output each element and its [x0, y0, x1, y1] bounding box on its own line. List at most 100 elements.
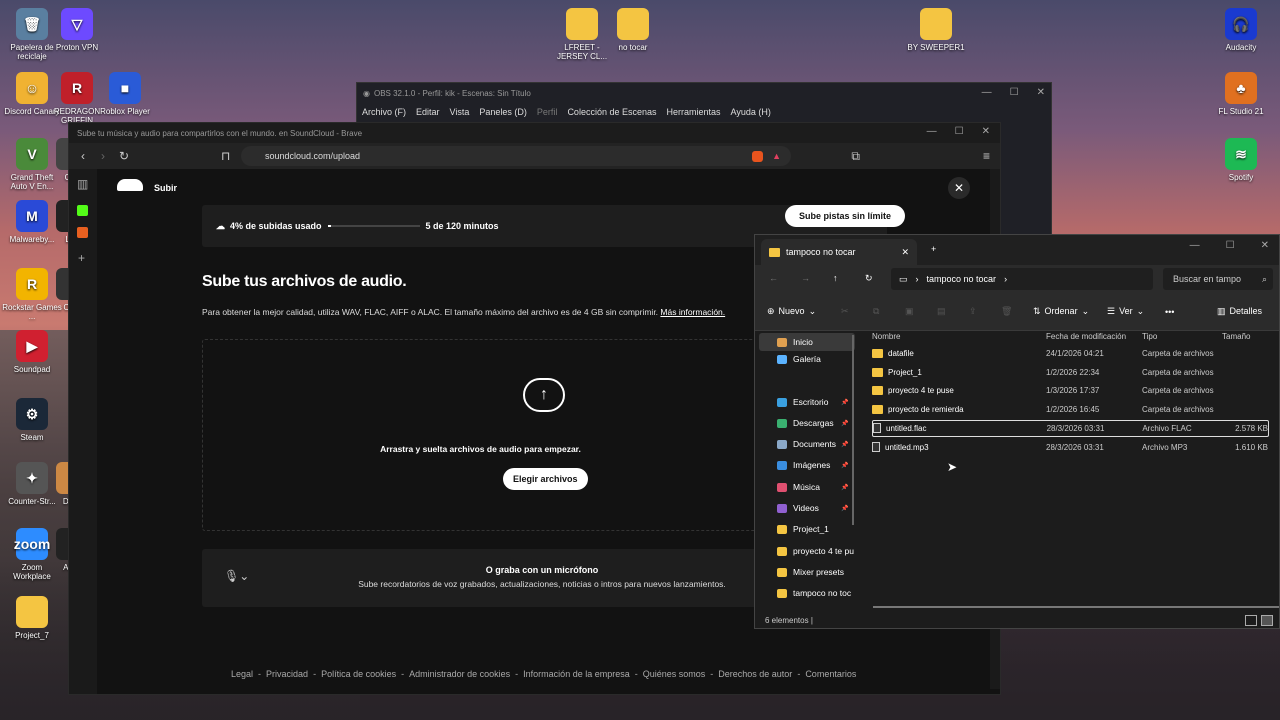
close-tab-icon[interactable]: ✕ — [901, 247, 909, 258]
app-icon[interactable] — [77, 227, 88, 238]
nav-item[interactable]: Escritorio 📌 — [777, 397, 848, 407]
nav-item[interactable]: Imágenes 📌 — [777, 460, 848, 470]
close-icon[interactable]: ✕ — [1037, 87, 1045, 98]
nav-item[interactable]: Galería — [777, 354, 821, 364]
footer-link[interactable]: Privacidad — [266, 669, 308, 679]
reload-icon[interactable]: ↻ — [119, 149, 129, 163]
more-icon[interactable]: ••• — [1165, 307, 1174, 317]
desktop-icon[interactable]: Project_7 — [2, 596, 62, 640]
add-icon[interactable]: + — [78, 251, 85, 265]
desktop-icon[interactable]: ■ Roblox Player — [95, 72, 155, 116]
delete-icon[interactable]: 🗑 — [1001, 306, 1012, 317]
obs-menu-item[interactable]: Perfil — [537, 107, 558, 117]
share-icon[interactable]: ⇪ — [969, 306, 977, 317]
desktop-icon[interactable]: ≋ Spotify — [1211, 138, 1271, 182]
dropzone[interactable]: ↑ Arrastra y suelta archivos de audio pa… — [202, 339, 757, 531]
obs-menu-item[interactable]: Editar — [416, 107, 440, 117]
obs-menu-item[interactable]: Archivo (F) — [362, 107, 406, 117]
obs-menu-item[interactable]: Colección de Escenas — [567, 107, 656, 117]
rewards-icon[interactable]: ▲ — [772, 151, 781, 161]
desktop-icon[interactable]: ⚙ Steam — [2, 398, 62, 442]
desktop-icon[interactable]: ♣ FL Studio 21 — [1211, 72, 1271, 116]
kick-icon[interactable] — [77, 205, 88, 216]
footer-link[interactable]: Quiénes somos — [643, 669, 706, 679]
sort-button[interactable]: ⇅ Ordenar ⌄ — [1033, 306, 1089, 317]
new-tab-icon[interactable]: + — [931, 244, 936, 254]
column-header[interactable]: Tipo — [1142, 332, 1222, 341]
details-button[interactable]: ▥ Detalles — [1217, 306, 1262, 317]
mic-record-section[interactable]: 🎙⌄ O graba con un micrófono Sube recorda… — [202, 549, 762, 607]
minimize-icon[interactable]: — — [927, 126, 937, 137]
file-row[interactable]: untitled.flac 28/3/2026 03:31 Archivo FLAC… — [872, 419, 1269, 437]
file-row[interactable]: Project_1 1/2/2026 22:34 Carpeta de archiv… — [872, 364, 1269, 381]
nav-item[interactable]: tampoco no toc — [777, 588, 851, 598]
extensions-icon[interactable]: ⧉ — [851, 149, 860, 164]
obs-menu-item[interactable]: Herramientas — [667, 107, 721, 117]
nav-scrollbar[interactable] — [852, 335, 854, 525]
tiles-view-icon[interactable] — [1261, 615, 1273, 626]
desktop-icon[interactable]: BY SWEEPER1 — [906, 8, 966, 52]
nav-item[interactable]: Mixer presets — [777, 567, 844, 577]
column-header[interactable]: Tamaño — [1222, 332, 1268, 341]
bookmark-icon[interactable]: ⊓ — [221, 149, 230, 163]
footer-link[interactable]: Administrador de cookies — [409, 669, 510, 679]
file-row[interactable]: untitled.mp3 28/3/2026 03:31 Archivo MP3 1.… — [872, 439, 1269, 456]
maximize-icon[interactable]: ☐ — [1010, 87, 1019, 98]
breadcrumb-item[interactable]: tampoco no tocar — [927, 274, 997, 284]
soundcloud-logo-icon[interactable] — [117, 179, 143, 191]
minimize-icon[interactable]: — — [982, 87, 992, 98]
nav-item[interactable]: Inicio — [759, 333, 855, 351]
menu-icon[interactable]: ≡ — [983, 149, 990, 163]
forward-icon[interactable]: → — [801, 273, 810, 283]
search-input[interactable]: Buscar en tampo ⌕ — [1163, 268, 1273, 290]
footer-link[interactable]: Legal — [231, 669, 253, 679]
close-icon[interactable]: ✕ — [982, 126, 990, 137]
nav-item[interactable]: Música 📌 — [777, 482, 848, 492]
obs-menu-item[interactable]: Paneles (D) — [479, 107, 527, 117]
nav-item[interactable]: Videos 📌 — [777, 503, 848, 513]
desktop-icon[interactable]: ▶ Soundpad — [2, 330, 62, 374]
column-header[interactable]: Fecha de modificación — [1046, 332, 1142, 341]
file-row[interactable]: datafile 24/1/2026 04:21 Carpeta de archiv… — [872, 345, 1269, 362]
close-upload-button[interactable]: ✕ — [948, 177, 970, 199]
rename-icon[interactable]: ▤ — [937, 306, 946, 317]
column-header[interactable]: Nombre — [872, 332, 1046, 341]
back-icon[interactable]: ‹ — [81, 149, 85, 163]
desktop-icon[interactable]: ▽ Proton VPN — [47, 8, 107, 52]
desktop-icon[interactable]: 🎧 Audacity — [1211, 8, 1271, 52]
nav-item[interactable]: Project_1 — [777, 524, 829, 534]
minimize-icon[interactable]: — — [1190, 240, 1200, 251]
unlimited-button[interactable]: Sube pistas sin límite — [784, 205, 905, 227]
address-bar[interactable]: soundcloud.com/upload ▲ — [241, 146, 791, 166]
details-view-icon[interactable] — [1245, 615, 1257, 626]
nav-item[interactable]: proyecto 4 te pu — [777, 546, 854, 556]
new-button[interactable]: ⊕ Nuevo ⌄ — [767, 306, 816, 317]
up-icon[interactable]: ↑ — [833, 273, 838, 283]
paste-icon[interactable]: ▣ — [905, 306, 914, 317]
desktop-icon[interactable]: no tocar — [603, 8, 663, 52]
file-row[interactable]: proyecto de remierda 1/2/2026 16:45 Carpet… — [872, 401, 1269, 418]
obs-menu-item[interactable]: Vista — [450, 107, 470, 117]
nav-item[interactable]: Documents 📌 — [777, 439, 848, 449]
refresh-icon[interactable]: ↻ — [865, 273, 873, 284]
back-icon[interactable]: ← — [769, 273, 778, 283]
copy-icon[interactable]: ⧉ — [873, 306, 879, 317]
footer-link[interactable]: Información de la empresa — [523, 669, 630, 679]
nav-item[interactable]: Descargas 📌 — [777, 418, 848, 428]
file-explorer-window[interactable]: tampoco no tocar ✕ + — ☐ ✕ ← → ↑ ↻ ▭ › tampoc… — [754, 234, 1280, 629]
view-button[interactable]: ☰ Ver ⌄ — [1107, 306, 1144, 317]
more-info-link[interactable]: Más información. — [660, 307, 725, 317]
explorer-tab[interactable]: tampoco no tocar ✕ — [761, 239, 917, 265]
file-row[interactable]: proyecto 4 te puse 1/3/2026 17:37 Carpeta … — [872, 382, 1269, 399]
footer-link[interactable]: Política de cookies — [321, 669, 396, 679]
maximize-icon[interactable]: ☐ — [955, 126, 964, 137]
horizontal-scrollbar[interactable] — [873, 606, 1279, 608]
forward-icon[interactable]: › — [101, 149, 105, 163]
cut-icon[interactable]: ✂ — [841, 306, 849, 317]
close-icon[interactable]: ✕ — [1261, 240, 1269, 251]
brave-shield-icon[interactable] — [752, 150, 763, 162]
choose-files-button[interactable]: Elegir archivos — [503, 468, 588, 490]
footer-link[interactable]: Comentarios — [805, 669, 856, 679]
sidebar-toggle-icon[interactable]: ▥ — [77, 177, 88, 191]
obs-menu-item[interactable]: Ayuda (H) — [731, 107, 771, 117]
